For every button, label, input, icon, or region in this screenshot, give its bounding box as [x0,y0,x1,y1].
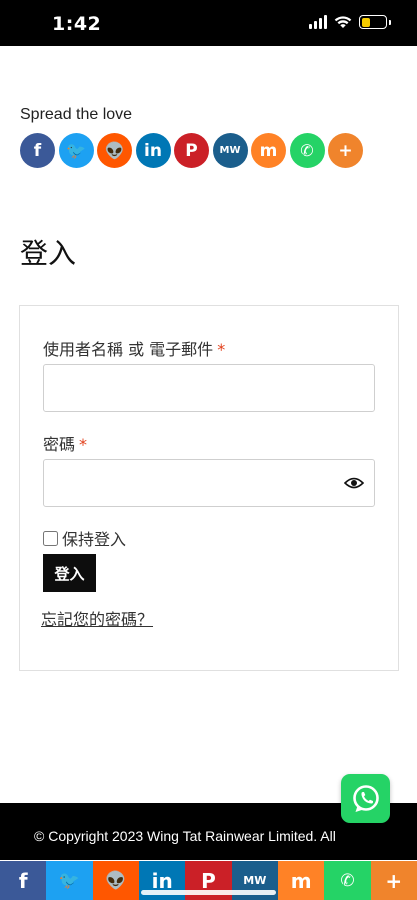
twitter-icon: 🐦 [66,141,86,160]
login-form: 使用者名稱 或 電子郵件 * 密碼 * 保持登入 登入 忘記您的密碼？ [19,305,399,671]
share-reddit-button[interactable]: 👽 [97,133,132,168]
password-label: 密碼 * [43,435,88,454]
share-twitter-button[interactable]: 🐦 [58,133,94,168]
pinterest-icon: P [201,868,216,893]
mix-icon: m [259,140,278,161]
status-icons [309,15,391,29]
remember-me[interactable]: 保持登入 [43,526,126,550]
whatsapp-icon: ✆ [300,141,314,160]
status-bar: 1:42 [0,0,417,46]
linkedin-icon: in [144,140,162,161]
lost-password-link[interactable]: 忘記您的密碼？ [41,606,153,630]
battery-icon [359,15,391,29]
cellular-signal-icon [309,15,327,29]
bottom-share-twitter-button[interactable]: 🐦 [46,861,93,900]
username-input[interactable] [43,364,375,412]
required-mark: * [79,435,88,454]
share-more-button[interactable]: + [328,133,363,168]
plus-icon: + [338,140,353,161]
bottom-share-mix-button[interactable]: m [277,861,325,900]
login-button[interactable]: 登入 [43,554,96,592]
show-password-eye-icon[interactable] [342,473,366,493]
whatsapp-icon: ✆ [340,870,355,891]
mewe-icon: MW [243,874,267,887]
bottom-share-facebook-button[interactable]: f [0,861,47,900]
remember-me-checkbox[interactable] [43,530,58,546]
battery-fill [361,17,370,27]
linkedin-icon: in [151,868,173,893]
bottom-share-whatsapp-button[interactable]: ✆ [324,861,371,900]
reddit-icon: 👽 [104,141,125,160]
mix-icon: m [290,868,312,893]
plus-icon: + [385,868,403,893]
home-indicator [141,890,276,895]
facebook-icon: f [18,868,28,893]
share-title: Spread the love [20,106,133,123]
twitter-icon: 🐦 [58,870,81,891]
copyright-text: © Copyright 2023 Wing Tat Rainwear Limit… [34,828,336,844]
whatsapp-icon [352,784,379,812]
status-time: 1:42 [52,13,102,35]
pinterest-icon: P [185,140,198,161]
remember-me-label: 保持登入 [62,530,127,549]
share-pinterest-button[interactable]: P [174,133,209,168]
mewe-icon: MW [219,145,241,156]
share-mewe-button[interactable]: MW [212,133,248,168]
whatsapp-float-button[interactable] [341,774,390,823]
reddit-icon: 👽 [105,870,127,891]
required-mark: * [217,340,226,359]
page-title: 登入 [20,237,77,270]
share-linkedin-button[interactable]: in [135,133,171,168]
wifi-icon [334,16,352,28]
share-whatsapp-button[interactable]: ✆ [289,133,325,168]
share-mix-button[interactable]: m [251,133,286,168]
share-buttons-row: f 🐦 👽 in P MW m ✆ + [20,133,363,168]
facebook-icon: f [33,140,42,161]
share-facebook-button[interactable]: f [20,133,55,168]
username-label: 使用者名稱 或 電子郵件 * [43,340,226,359]
bottom-share-reddit-button[interactable]: 👽 [92,861,139,900]
bottom-share-more-button[interactable]: + [370,861,417,900]
password-input[interactable] [43,459,375,507]
